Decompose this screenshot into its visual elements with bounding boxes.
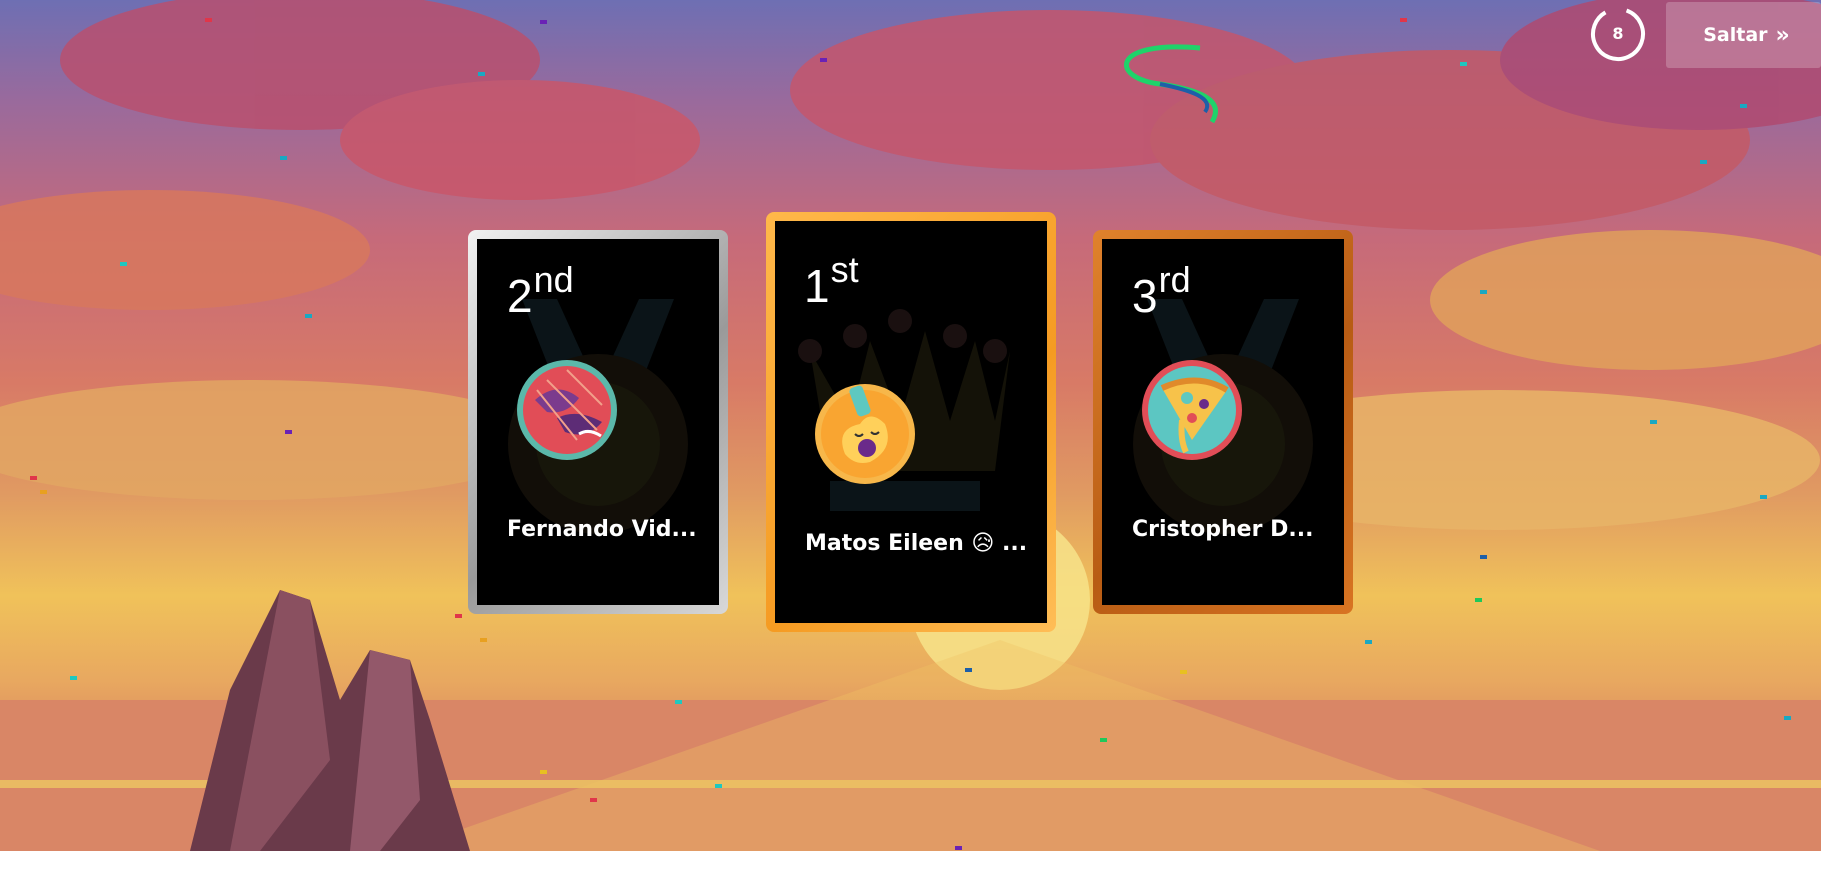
player-name: Matos Eileen 😥 ... bbox=[805, 531, 1028, 556]
podium-screen: 8 Saltar » 2nd Fernando Vid... 1st Matos… bbox=[0, 0, 1821, 851]
rank-label: 3rd bbox=[1132, 259, 1191, 322]
player-name: Fernando Vid... bbox=[507, 517, 697, 542]
player-name: Cristopher D... bbox=[1132, 517, 1314, 542]
double-chevron-right-icon: » bbox=[1775, 22, 1790, 48]
bats-avatar-icon bbox=[517, 360, 617, 460]
countdown-timer: 8 bbox=[1590, 6, 1646, 62]
podium-card-inner: 1st Matos Eileen 😥 ... bbox=[775, 221, 1047, 623]
podium-card-second: 2nd Fernando Vid... bbox=[468, 230, 728, 614]
podium-card-first: 1st Matos Eileen 😥 ... bbox=[766, 212, 1056, 632]
guitar-avatar-icon bbox=[815, 384, 915, 484]
podium-card-inner: 2nd Fernando Vid... bbox=[477, 239, 719, 605]
rank-label: 1st bbox=[804, 249, 859, 312]
timer-value: 8 bbox=[1612, 24, 1624, 43]
podium-card-third: 3rd Cristopher D... bbox=[1093, 230, 1353, 614]
rank-label: 2nd bbox=[507, 259, 574, 322]
podium-card-inner: 3rd Cristopher D... bbox=[1102, 239, 1344, 605]
skip-button[interactable]: Saltar » bbox=[1666, 2, 1821, 68]
skip-label: Saltar bbox=[1703, 24, 1768, 46]
pizza-avatar-icon bbox=[1142, 360, 1242, 460]
